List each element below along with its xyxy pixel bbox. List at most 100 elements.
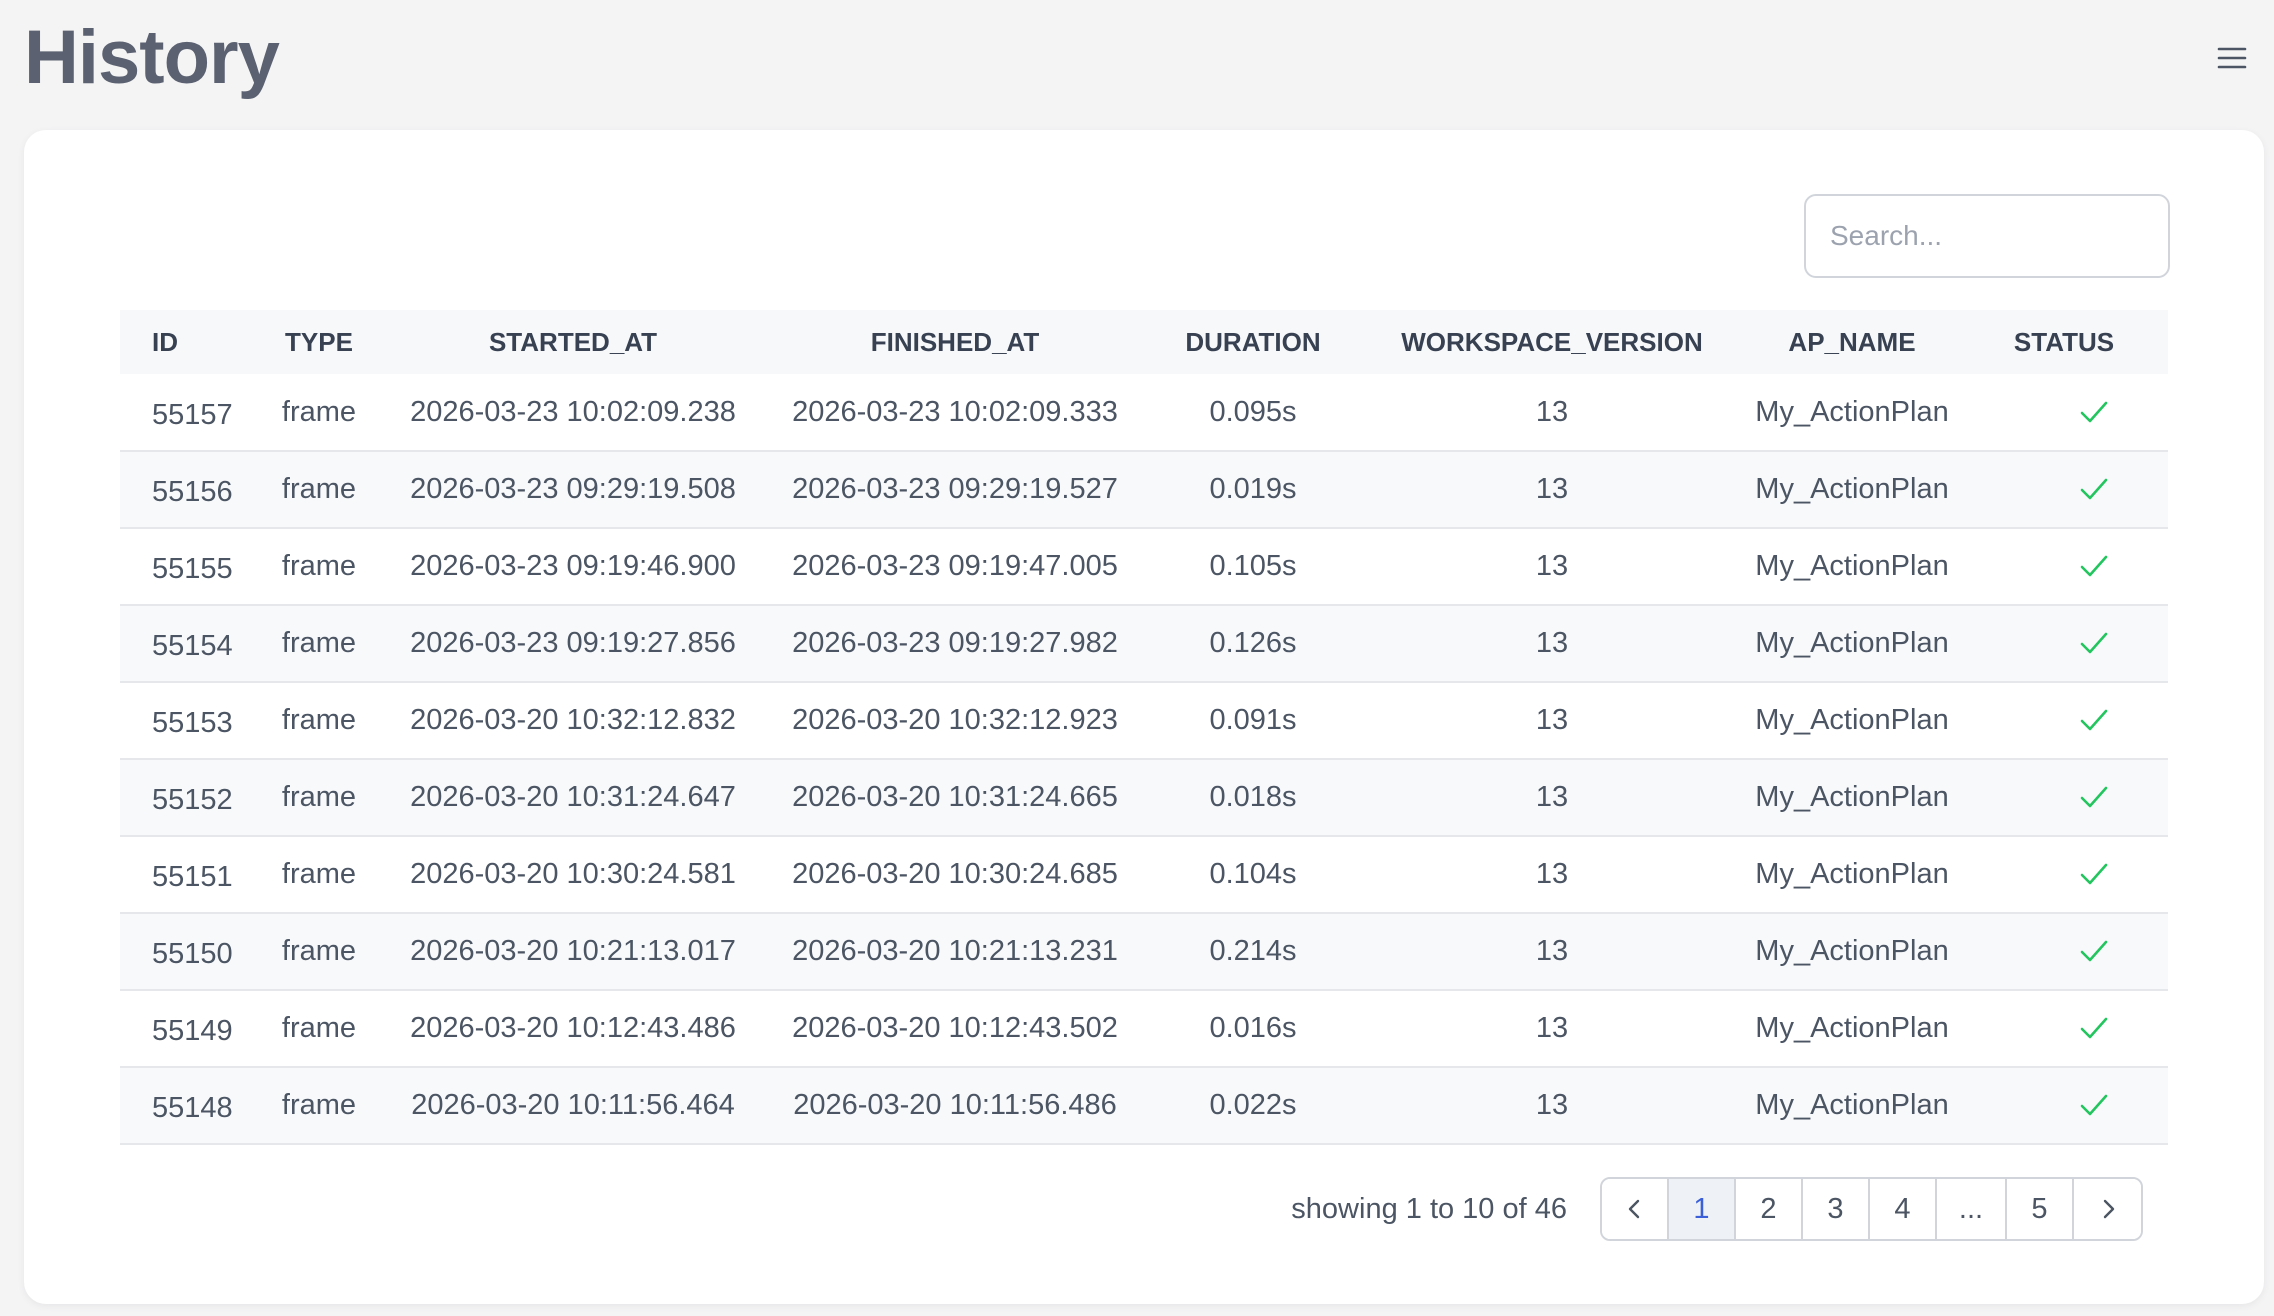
cell-workspace-version: 13: [1535, 704, 1569, 736]
page-button-2[interactable]: 2: [1736, 1179, 1803, 1239]
cell-duration: 0.104s: [1209, 858, 1297, 890]
cell-finished-at: 2026-03-20 10:30:24.685: [792, 858, 1118, 890]
page-button-3[interactable]: 3: [1803, 1179, 1870, 1239]
table-row[interactable]: 55150 frame 2026-03-20 10:21:13.017 2026-03…: [120, 913, 2168, 990]
cell-type: frame: [281, 858, 357, 890]
cell-ap-name: My_ActionPlan: [1755, 1089, 1949, 1121]
cell-finished-at: 2026-03-23 09:19:27.982: [792, 627, 1118, 659]
cell-finished-at: 2026-03-23 09:19:47.005: [792, 550, 1118, 582]
table-row[interactable]: 55157 frame 2026-03-23 10:02:09.238 2026-03…: [120, 374, 2168, 451]
table-row[interactable]: 55156 frame 2026-03-23 09:29:19.508 2026-03…: [120, 451, 2168, 528]
table-row[interactable]: 55152 frame 2026-03-20 10:31:24.647 2026-03…: [120, 759, 2168, 836]
history-card: ID TYPE STARTED_AT FINISHED_AT DURATION …: [24, 130, 2264, 1304]
cell-id: 55151: [152, 861, 233, 893]
cell-duration: 0.091s: [1209, 704, 1297, 736]
cell-finished-at: 2026-03-23 09:29:19.527: [792, 473, 1118, 505]
pagination: 1 2 3 4 ... 5: [1600, 1177, 2143, 1241]
chevron-right-icon: [2103, 1199, 2114, 1219]
page-button-5[interactable]: 5: [2007, 1179, 2074, 1239]
column-header-id[interactable]: ID: [120, 310, 256, 374]
column-header-started-at[interactable]: STARTED_AT: [382, 310, 764, 374]
cell-ap-name: My_ActionPlan: [1755, 550, 1949, 582]
cell-type: frame: [281, 1012, 357, 1044]
checkmark-icon: [2078, 705, 2110, 737]
table-row[interactable]: 55154 frame 2026-03-23 09:19:27.856 2026-03…: [120, 605, 2168, 682]
cell-finished-at: 2026-03-20 10:32:12.923: [792, 704, 1118, 736]
table-row[interactable]: 55151 frame 2026-03-20 10:30:24.581 2026-03…: [120, 836, 2168, 913]
cell-started-at: 2026-03-20 10:21:13.017: [410, 935, 736, 967]
checkmark-icon: [2078, 551, 2110, 583]
cell-workspace-version: 13: [1535, 550, 1569, 582]
cell-finished-at: 2026-03-20 10:31:24.665: [792, 781, 1118, 813]
page-button-1[interactable]: 1: [1669, 1179, 1736, 1239]
cell-workspace-version: 13: [1535, 935, 1569, 967]
history-table-container: ID TYPE STARTED_AT FINISHED_AT DURATION …: [120, 310, 2168, 1145]
cell-workspace-version: 13: [1535, 395, 1569, 428]
search-input[interactable]: [1804, 194, 2170, 278]
cell-status: [1960, 990, 2168, 1067]
cell-type: frame: [281, 1089, 357, 1121]
cell-started-at: 2026-03-20 10:11:56.464: [411, 1089, 735, 1121]
history-table: ID TYPE STARTED_AT FINISHED_AT DURATION …: [120, 310, 2168, 1145]
cell-workspace-version: 13: [1535, 781, 1569, 813]
cell-status: [1960, 528, 2168, 605]
checkmark-icon: [2078, 782, 2110, 814]
cell-started-at: 2026-03-20 10:31:24.647: [410, 781, 736, 813]
cell-started-at: 2026-03-20 10:12:43.486: [410, 1012, 736, 1044]
checkmark-icon: [2078, 1090, 2110, 1122]
cell-id: 55156: [152, 476, 233, 508]
checkmark-icon: [2078, 936, 2110, 968]
cell-type: frame: [281, 395, 357, 428]
page-button-4[interactable]: 4: [1870, 1179, 1937, 1239]
column-header-finished-at[interactable]: FINISHED_AT: [764, 310, 1146, 374]
cell-type: frame: [281, 627, 357, 659]
table-row[interactable]: 55148 frame 2026-03-20 10:11:56.464 2026-03…: [120, 1067, 2168, 1144]
next-page-button[interactable]: [2074, 1179, 2141, 1239]
cell-status: [1960, 913, 2168, 990]
cell-type: frame: [281, 935, 357, 967]
cell-started-at: 2026-03-20 10:30:24.581: [410, 858, 736, 890]
cell-workspace-version: 13: [1535, 1012, 1569, 1044]
cell-ap-name: My_ActionPlan: [1755, 473, 1949, 505]
cell-status: [1960, 759, 2168, 836]
table-body: 55157 frame 2026-03-23 10:02:09.238 2026-03…: [120, 374, 2168, 1144]
cell-ap-name: My_ActionPlan: [1755, 781, 1949, 813]
table-row[interactable]: 55149 frame 2026-03-20 10:12:43.486 2026-03…: [120, 990, 2168, 1067]
table-row[interactable]: 55155 frame 2026-03-23 09:19:46.900 2026-03…: [120, 528, 2168, 605]
table-row[interactable]: 55153 frame 2026-03-20 10:32:12.832 2026-03…: [120, 682, 2168, 759]
pagination-area: showing 1 to 10 of 46 1 2 3 4 ... 5: [24, 1177, 2264, 1243]
column-header-type[interactable]: TYPE: [256, 310, 382, 374]
column-header-status[interactable]: STATUS: [1960, 310, 2168, 374]
cell-workspace-version: 13: [1535, 627, 1569, 659]
cell-duration: 0.126s: [1209, 627, 1297, 659]
cell-id: 55149: [152, 1015, 233, 1047]
cell-finished-at: 2026-03-20 10:11:56.486: [793, 1089, 1117, 1121]
checkmark-icon: [2078, 397, 2110, 429]
checkmark-icon: [2078, 628, 2110, 660]
column-header-duration[interactable]: DURATION: [1146, 310, 1360, 374]
table-header-row: ID TYPE STARTED_AT FINISHED_AT DURATION …: [120, 310, 2168, 374]
prev-page-button[interactable]: [1602, 1179, 1669, 1239]
cell-id: 55148: [152, 1092, 233, 1124]
cell-started-at: 2026-03-23 09:29:19.508: [410, 473, 736, 505]
checkmark-icon: [2078, 859, 2110, 891]
column-header-workspace-version[interactable]: WORKSPACE_VERSION: [1360, 310, 1744, 374]
cell-workspace-version: 13: [1535, 473, 1569, 505]
cell-workspace-version: 13: [1535, 1089, 1569, 1121]
cell-status: [1960, 1067, 2168, 1144]
cell-duration: 0.095s: [1209, 395, 1297, 428]
cell-id: 55157: [152, 398, 233, 431]
cell-ap-name: My_ActionPlan: [1755, 395, 1949, 428]
cell-started-at: 2026-03-20 10:32:12.832: [410, 704, 736, 736]
hamburger-menu-icon[interactable]: [2214, 40, 2250, 76]
cell-type: frame: [281, 704, 357, 736]
cell-status: [1960, 836, 2168, 913]
checkmark-icon: [2078, 474, 2110, 506]
cell-ap-name: My_ActionPlan: [1755, 935, 1949, 967]
cell-type: frame: [281, 550, 357, 582]
cell-duration: 0.105s: [1209, 550, 1297, 582]
cell-workspace-version: 13: [1535, 858, 1569, 890]
cell-finished-at: 2026-03-20 10:21:13.231: [792, 935, 1118, 967]
page-title: History: [24, 15, 280, 100]
column-header-ap-name[interactable]: AP_NAME: [1744, 310, 1960, 374]
